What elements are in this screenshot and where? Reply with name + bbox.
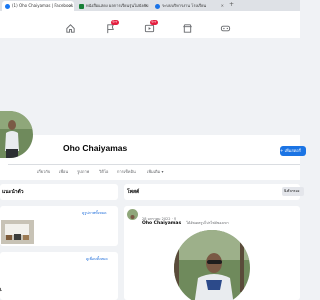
post-card: Oho Chaiyamas ได้อัพเดตรูปโปรไฟล์ของเขา … bbox=[124, 206, 300, 300]
notification-badge: 9+ bbox=[111, 20, 119, 25]
section-label: เ bbox=[0, 287, 2, 293]
avatar-image bbox=[130, 215, 135, 219]
tab-label: ระบบบริหารงาน โรงเรียน bbox=[162, 3, 207, 8]
browser-tab-school[interactable]: ระบบบริหารงาน โรงเรียน ✕ bbox=[152, 1, 226, 11]
close-tab-icon[interactable]: ✕ bbox=[221, 1, 224, 11]
site-favicon-icon bbox=[155, 3, 160, 9]
close-tab-icon[interactable]: ✕ bbox=[69, 1, 72, 11]
posts-header-card: โพสต์ ⇅ตัวกรอง bbox=[124, 184, 304, 200]
facebook-favicon-icon bbox=[5, 3, 10, 9]
browser-tab-grades[interactable]: หนังสือแสดง ผลการเรียนรุ่นไม่บังคับ ✕ bbox=[76, 1, 150, 11]
address-bar-area bbox=[0, 11, 300, 19]
photos-card: ดูรูปภาพทั้งหมด bbox=[0, 206, 118, 246]
browser-tab-facebook[interactable]: (1) Oho Chaiyamas | Facebook ✕ bbox=[2, 1, 74, 11]
close-tab-icon[interactable]: ✕ bbox=[145, 1, 148, 11]
tab-photos[interactable]: รูปภาพ bbox=[77, 168, 89, 175]
add-story-button[interactable]: + เพิ่มสตอรี่ bbox=[280, 146, 306, 156]
notification-badge: 9+ bbox=[150, 20, 158, 25]
tab-about[interactable]: เกี่ยวกับ bbox=[37, 168, 50, 175]
home-icon[interactable] bbox=[65, 23, 76, 34]
header-divider bbox=[8, 164, 300, 165]
intro-card: แนะนำตัว bbox=[0, 184, 118, 200]
posts-title: โพสต์ bbox=[127, 189, 140, 195]
see-all-friends-link[interactable]: ดูเพื่อนทั้งหมด bbox=[86, 256, 108, 262]
store-icon[interactable] bbox=[182, 23, 193, 34]
tab-friends[interactable]: เพื่อน bbox=[59, 168, 68, 175]
intro-title: แนะนำตัว bbox=[2, 189, 24, 195]
cover-photo-area bbox=[0, 38, 300, 135]
tab-label: หนังสือแสดง ผลการเรียนรุ่นไม่บังคับ bbox=[86, 3, 149, 8]
sheets-favicon-icon bbox=[79, 3, 84, 9]
profile-name: Oho Chaiyamas bbox=[63, 143, 128, 153]
tab-more[interactable]: เพิ่มเติม ▾ bbox=[147, 168, 164, 175]
see-all-photos-link[interactable]: ดูรูปภาพทั้งหมด bbox=[82, 210, 107, 216]
gaming-icon[interactable] bbox=[220, 23, 231, 34]
facebook-top-nav: 9+ 9+ bbox=[0, 19, 300, 39]
browser-tab-bar: (1) Oho Chaiyamas | Facebook ✕ หนังสือแส… bbox=[0, 0, 300, 11]
filter-button[interactable]: ⇅ตัวกรอง bbox=[282, 187, 304, 196]
tab-label: (1) Oho Chaiyamas | Facebook bbox=[12, 3, 74, 8]
photo-thumbnail[interactable] bbox=[1, 220, 34, 244]
tab-videos[interactable]: วิดีโอ bbox=[99, 168, 108, 175]
friends-card: ดูเพื่อนทั้งหมด เ bbox=[0, 252, 118, 300]
tab-checkins[interactable]: การเช็คอิน bbox=[117, 168, 136, 175]
post-author-avatar[interactable] bbox=[127, 209, 138, 220]
new-tab-icon[interactable]: + bbox=[229, 1, 234, 8]
post-profile-photo[interactable] bbox=[164, 206, 260, 300]
